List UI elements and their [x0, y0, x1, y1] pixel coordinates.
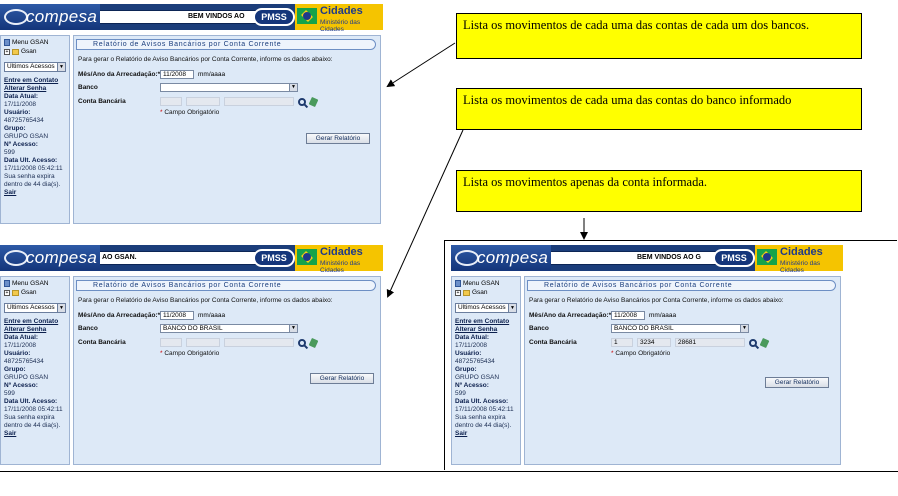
- callout-arrows: [386, 42, 588, 298]
- arrow-to-screen-2: [386, 129, 464, 298]
- arrow-to-screen-1: [386, 42, 456, 88]
